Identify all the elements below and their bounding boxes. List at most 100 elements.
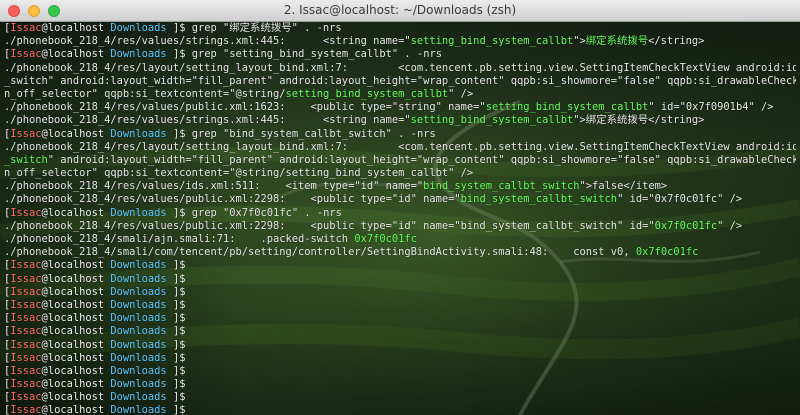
output-text: ./phonebook_218_4/res/layout/setting_lay… bbox=[4, 140, 796, 153]
prompt-symbol: ]$ bbox=[166, 325, 192, 338]
prompt-symbol: ]$ bbox=[166, 127, 192, 140]
prompt-line: [Issac@localhost Downloads ]$ grep "sett… bbox=[4, 48, 796, 61]
prompt-dir: Downloads bbox=[110, 298, 167, 311]
prompt-line: [Issac@localhost Downloads ]$ bbox=[4, 365, 796, 378]
prompt-dir: Downloads bbox=[110, 259, 167, 272]
output-text: ./phonebook_218_4/res/values/strings.xml… bbox=[4, 35, 411, 48]
terminal-output[interactable]: [Issac@localhost Downloads ]$ grep "绑定系统… bbox=[4, 22, 796, 415]
prompt-host: localhost bbox=[47, 48, 105, 61]
prompt-symbol: ]$ bbox=[166, 206, 192, 219]
output-text: grep "setting_bind_system_callbt" . -nrs bbox=[191, 48, 442, 61]
prompt-host: localhost bbox=[47, 285, 105, 298]
prompt-line: [Issac@localhost Downloads ]$ bbox=[4, 352, 796, 365]
prompt-symbol: ]$ bbox=[166, 272, 192, 285]
output-line: n_off_selector" qqpb:si_textcontent="@st… bbox=[4, 88, 796, 101]
output-text: ./phonebook_218_4/res/values/ids.xml:511… bbox=[4, 180, 424, 193]
window-title: 2. Issac@localhost: ~/Downloads (zsh) bbox=[283, 3, 517, 17]
prompt-line: [Issac@localhost Downloads ]$ bbox=[4, 312, 796, 325]
prompt-dir: Downloads bbox=[110, 404, 167, 415]
prompt-line: [Issac@localhost Downloads ]$ bbox=[4, 404, 796, 415]
prompt-user: Issac bbox=[10, 378, 42, 391]
prompt-user: Issac bbox=[10, 259, 42, 272]
output-line: ./phonebook_218_4/res/values/public.xml:… bbox=[4, 101, 796, 114]
match-highlight: 0x7f0c01fc bbox=[635, 246, 699, 259]
prompt-line: [Issac@localhost Downloads ]$ grep "bind… bbox=[4, 128, 796, 141]
prompt-dir: Downloads bbox=[110, 285, 167, 298]
match-highlight: 绑定系统拨号 bbox=[585, 35, 649, 48]
prompt-line: [Issac@localhost Downloads ]$ bbox=[4, 273, 796, 286]
prompt-symbol: ]$ bbox=[166, 351, 192, 364]
output-line: ./phonebook_218_4/res/values/strings.xml… bbox=[4, 35, 796, 48]
prompt-user: Issac bbox=[10, 285, 42, 298]
output-line: ./phonebook_218_4/res/values/public.xml:… bbox=[4, 220, 796, 233]
prompt-user: Issac bbox=[10, 48, 42, 61]
prompt-user: Issac bbox=[10, 206, 42, 219]
prompt-symbol: ]$ bbox=[166, 391, 192, 404]
prompt-dir: Downloads bbox=[110, 378, 167, 391]
prompt-line: [Issac@localhost Downloads ]$ bbox=[4, 339, 796, 352]
output-line: _switch" android:layout_width="fill_pare… bbox=[4, 154, 796, 167]
output-line: ./phonebook_218_4/res/values/ids.xml:511… bbox=[4, 180, 796, 193]
output-line: ./phonebook_218_4/smali/com/tencent/pb/s… bbox=[4, 246, 796, 259]
output-text: " android:layout_width="fill_parent" and… bbox=[47, 153, 796, 166]
prompt-line: [Issac@localhost Downloads ]$ grep "绑定系统… bbox=[4, 22, 796, 35]
terminal-window: 2. Issac@localhost: ~/Downloads (zsh) [I… bbox=[0, 0, 800, 415]
prompt-dir: Downloads bbox=[110, 206, 167, 219]
prompt-symbol: ]$ bbox=[166, 298, 192, 311]
output-line: ./phonebook_218_4/smali/ajn.smali:71: .p… bbox=[4, 233, 796, 246]
prompt-symbol: ]$ bbox=[166, 22, 192, 34]
output-text: "> bbox=[573, 35, 586, 48]
prompt-host: localhost bbox=[47, 404, 105, 415]
prompt-symbol: ]$ bbox=[166, 48, 192, 61]
output-line: ./phonebook_218_4/res/values/public.xml:… bbox=[4, 193, 796, 206]
prompt-host: localhost bbox=[47, 338, 105, 351]
match-highlight: 0x7f0c01fc bbox=[354, 233, 417, 245]
output-text: ./phonebook_218_4/res/values/strings.xml… bbox=[4, 114, 411, 127]
prompt-user: Issac bbox=[10, 127, 42, 140]
prompt-line: [Issac@localhost Downloads ]$ bbox=[4, 378, 796, 391]
output-text: " id="0x7f0c01fc" /> bbox=[617, 193, 743, 206]
prompt-host: localhost bbox=[47, 364, 105, 377]
match-highlight: _switch bbox=[4, 153, 48, 166]
prompt-host: localhost bbox=[47, 351, 105, 364]
prompt-host: localhost bbox=[47, 325, 105, 338]
output-line: ./phonebook_218_4/res/layout/setting_lay… bbox=[4, 141, 796, 154]
output-text: grep "绑定系统拨号" . -nrs bbox=[191, 22, 342, 34]
prompt-user: Issac bbox=[10, 338, 42, 351]
prompt-host: localhost bbox=[47, 22, 105, 34]
prompt-user: Issac bbox=[10, 22, 42, 34]
output-text: ./phonebook_218_4/res/values/public.xml:… bbox=[4, 193, 461, 206]
prompt-user: Issac bbox=[10, 404, 42, 415]
match-highlight: bind_system_callbt_switch bbox=[423, 180, 580, 193]
prompt-user: Issac bbox=[10, 364, 42, 377]
match-highlight: setting_bind_system_callbt bbox=[485, 101, 649, 114]
title-bar: 2. Issac@localhost: ~/Downloads (zsh) bbox=[0, 0, 800, 22]
output-text: ./phonebook_218_4/smali/ajn.smali:71: .p… bbox=[4, 233, 355, 245]
prompt-host: localhost bbox=[47, 272, 105, 285]
prompt-symbol: ]$ bbox=[166, 312, 192, 325]
output-text: n_off_selector" qqpb:si_textcontent="@st… bbox=[4, 87, 286, 100]
prompt-dir: Downloads bbox=[110, 127, 167, 140]
prompt-user: Issac bbox=[10, 325, 42, 338]
output-text: n_off_selector" qqpb:si_textcontent="@st… bbox=[4, 167, 474, 180]
output-text: ./phonebook_218_4/smali/com/tencent/pb/s… bbox=[4, 246, 636, 259]
output-text: ./phonebook_218_4/res/values/public.xml:… bbox=[4, 219, 655, 232]
output-text: grep "bind_system_callbt_switch" . -nrs bbox=[191, 127, 436, 140]
prompt-user: Issac bbox=[10, 391, 42, 404]
match-highlight: setting_bind_system_callbt bbox=[285, 87, 449, 100]
prompt-dir: Downloads bbox=[110, 48, 167, 61]
output-text: " id="0x7f0901b4" /> bbox=[648, 101, 774, 114]
prompt-line: [Issac@localhost Downloads ]$ bbox=[4, 299, 796, 312]
output-text: </string> bbox=[648, 35, 705, 48]
match-highlight: setting_bind_system_callbt bbox=[410, 35, 574, 48]
prompt-line: [Issac@localhost Downloads ]$ bbox=[4, 259, 796, 272]
prompt-host: localhost bbox=[47, 312, 105, 325]
prompt-line: [Issac@localhost Downloads ]$ bbox=[4, 391, 796, 404]
prompt-host: localhost bbox=[47, 127, 105, 140]
match-highlight: 0x7f0c01fc bbox=[654, 219, 718, 232]
prompt-dir: Downloads bbox=[110, 325, 167, 338]
match-highlight: bind_system_callbt_switch bbox=[460, 193, 618, 206]
prompt-dir: Downloads bbox=[110, 338, 167, 351]
prompt-user: Issac bbox=[10, 298, 42, 311]
prompt-user: Issac bbox=[10, 312, 42, 325]
